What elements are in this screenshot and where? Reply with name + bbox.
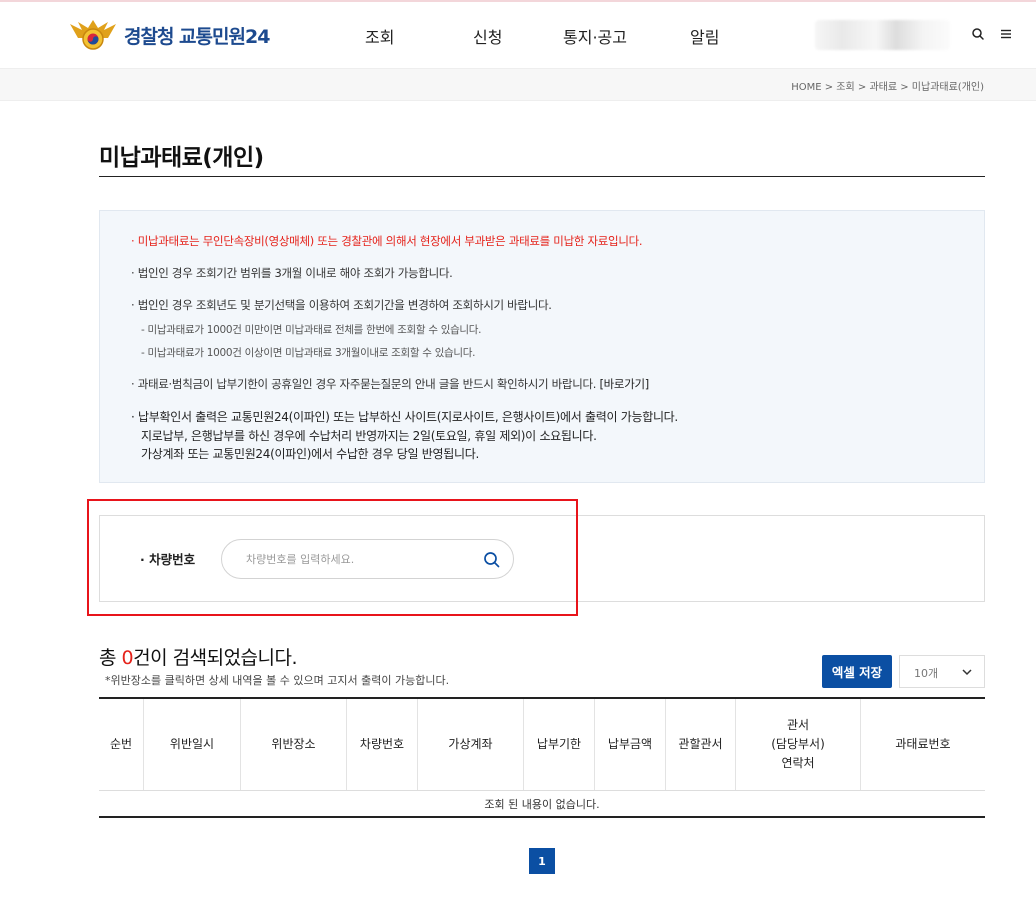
result-count-title: 총 0건이 검색되었습니다.: [99, 647, 298, 669]
table-header-divider: [99, 790, 985, 791]
excel-save-button[interactable]: 엑셀 저장: [822, 655, 892, 688]
notice-line-5-2: 지로납부, 은행납부를 하신 경우에 수납처리 반영까지는 2일(토요일, 휴일…: [141, 429, 597, 443]
highlight-frame: [87, 499, 578, 616]
chevron-down-icon: [962, 669, 972, 676]
result-note: *위반장소를 클릭하면 상세 내역을 볼 수 있으며 고지서 출력이 가능합니다…: [105, 674, 450, 687]
table-header-violation-date: 위반일시: [144, 699, 241, 790]
table-empty-message: 조회 된 내용이 없습니다.: [484, 798, 600, 811]
breadcrumb-bar: HOME > 조회 > 과태료 > 미납과태료(개인): [0, 68, 1036, 101]
nav-item-apply[interactable]: 신청: [473, 24, 502, 48]
menu-icon[interactable]: [998, 26, 1014, 42]
table-header-violation-place: 위반장소: [241, 699, 347, 790]
notice-line-3-sub-2: - 미납과태료가 1000건 이상이면 미납과태료 3개월이내로 조회할 수 있…: [141, 347, 476, 359]
notice-line-2: · 법인인 경우 조회기간 범위를 3개월 이내로 해야 조회가 가능합니다.: [131, 266, 453, 280]
nav-item-alert[interactable]: 알림: [690, 24, 719, 48]
table-header-office-contact: 관서 (담당부서) 연락처: [736, 699, 861, 790]
notice-line-5-3: 가상계좌 또는 교통민원24(이파인)에서 수납한 경우 당일 반영됩니다.: [141, 447, 480, 461]
site-header: 경찰청 교통민원24 조회 신청 통지·공고 알림: [0, 2, 1036, 68]
breadcrumb-home[interactable]: HOME: [791, 82, 821, 93]
table-bottom-border: [99, 816, 985, 818]
result-count: 0: [121, 647, 134, 669]
title-divider: [99, 176, 985, 177]
user-info-blurred: [815, 20, 950, 50]
notice-line-3: · 법인인 경우 조회년도 및 분기선택을 이용하여 조회기간을 변경하여 조회…: [131, 298, 552, 312]
table-header-amount: 납부금액: [595, 699, 666, 790]
breadcrumb-current[interactable]: 미납과태료(개인): [912, 82, 984, 93]
table-header-virtual-account: 가상계좌: [418, 699, 524, 790]
table-header-due-date: 납부기한: [524, 699, 595, 790]
site-logo[interactable]: 경찰청 교통민원24: [68, 18, 270, 52]
nav-item-notice[interactable]: 통지·공고: [563, 24, 627, 48]
breadcrumb-penalty[interactable]: 과태료: [869, 82, 897, 93]
breadcrumb: HOME > 조회 > 과태료 > 미납과태료(개인): [791, 82, 984, 93]
notice-line-5: · 납부확인서 출력은 교통민원24(이파인) 또는 납부하신 사이트(지로사이…: [131, 410, 678, 424]
breadcrumb-inquiry[interactable]: 조회: [836, 82, 854, 93]
table-header-penalty-number: 과태료번호: [895, 736, 951, 751]
nav-item-inquiry[interactable]: 조회: [365, 24, 394, 48]
faq-shortcut-link[interactable]: [바로가기]: [599, 377, 649, 391]
table-header-office: 관할관서: [666, 699, 736, 790]
page-size-value: 10개: [914, 667, 939, 680]
page-title: 미납과태료(개인): [99, 145, 264, 171]
police-emblem-icon: [70, 20, 116, 50]
logo-text: 경찰청 교통민원24: [124, 25, 270, 48]
notice-line-3-sub-1: - 미납과태료가 1000건 미만이면 미납과태료 전체를 한번에 조회할 수 …: [141, 324, 482, 336]
table-header-seq: 순번: [99, 699, 144, 790]
table-header-vehicle-number: 차량번호: [347, 699, 418, 790]
search-icon[interactable]: [970, 26, 986, 42]
notice-line-1: · 미납과태료는 무인단속장비(영상매체) 또는 경찰관에 의해서 현장에서 부…: [131, 234, 643, 248]
page-size-select[interactable]: 10개: [899, 655, 985, 688]
notice-line-4: · 과태료·범칙금이 납부기한이 공휴일인 경우 자주묻는질문의 안내 글을 반…: [131, 377, 649, 391]
pagination-page-current[interactable]: 1: [529, 848, 555, 874]
